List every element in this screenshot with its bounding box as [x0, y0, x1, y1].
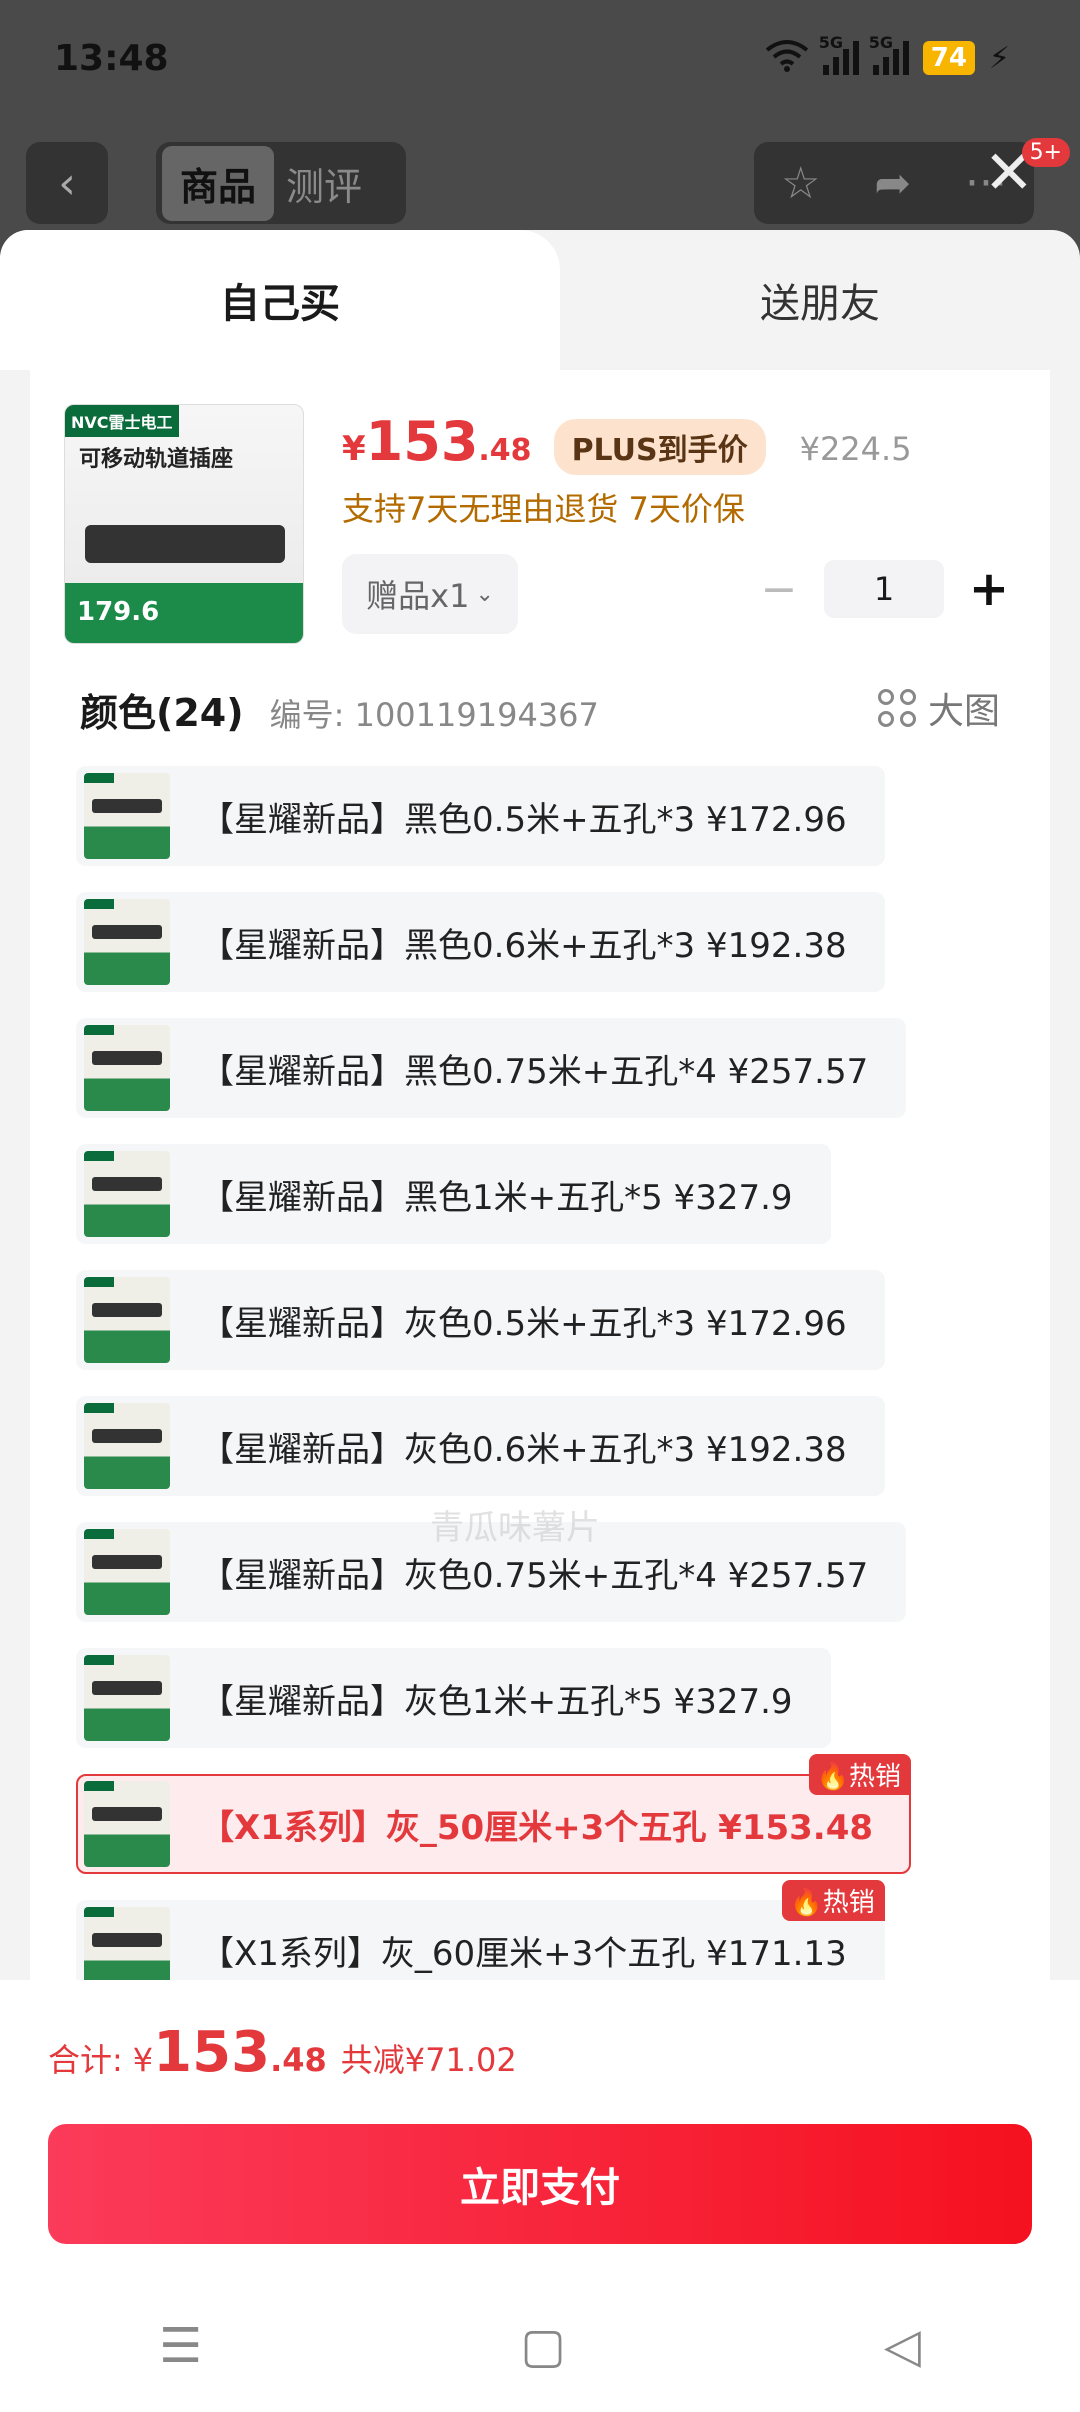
color-option[interactable]: 【X1系列】灰_50厘米+3个五孔 ¥153.48 🔥热销 — [76, 1754, 912, 1874]
total-integer: 153 — [153, 2020, 271, 2085]
charging-icon: ⚡ — [988, 40, 1010, 76]
price-row: ¥153.48 PLUS到手价 ¥224.5 — [342, 410, 912, 475]
option-thumbnail — [84, 899, 170, 985]
star-icon[interactable]: ☆ — [781, 158, 820, 209]
option-thumbnail — [84, 1277, 170, 1363]
gift-selector[interactable]: 赠品x1 ⌄ — [342, 554, 518, 634]
option-label: 【星耀新品】黑色0.5米+五孔*3 ¥172.96 — [200, 799, 847, 840]
option-label: 【星耀新品】灰色0.6米+五孔*3 ¥192.38 — [200, 1429, 847, 1470]
color-option[interactable]: 【星耀新品】黑色0.75米+五孔*4 ¥257.57 — [76, 1018, 907, 1118]
color-option[interactable]: 【星耀新品】黑色0.5米+五孔*3 ¥172.96 — [76, 766, 885, 866]
original-price: ¥224.5 — [799, 430, 912, 468]
option-thumbnail — [84, 1781, 170, 1867]
color-option[interactable]: 【星耀新品】灰色0.75米+五孔*4 ¥257.57 — [76, 1522, 907, 1622]
plus-button[interactable]: + — [964, 561, 1014, 617]
flame-icon: 🔥 — [790, 1888, 823, 1918]
color-option[interactable]: 【星耀新品】黑色0.6米+五孔*3 ¥192.38 — [76, 892, 885, 992]
option-thumbnail — [84, 1529, 170, 1615]
home-icon[interactable]: ▢ — [520, 2318, 565, 2374]
product-image-title: 可移动轨道插座 — [79, 447, 234, 472]
flame-icon: 🔥 — [816, 1762, 850, 1792]
total-decimal: .48 — [270, 2041, 327, 2079]
pay-now-button[interactable]: 立即支付 — [48, 2124, 1032, 2244]
cellular-signal-icon-2: 5G — [869, 33, 909, 75]
minus-button[interactable]: − — [754, 564, 804, 615]
status-icons: 5G 5G 74 ⚡ — [765, 33, 1010, 78]
wifi-icon — [765, 38, 809, 78]
total-price: 合计: ¥ 153 .48 共减¥71.02 — [48, 2020, 517, 2085]
tab-review[interactable]: 测评 — [286, 156, 362, 211]
color-header: 颜色(24) 编号: 100119194367 — [80, 682, 599, 737]
product-card: NVC雷士电工 可移动轨道插座 179.6 ¥153.48 PLUS到手价 ¥2… — [30, 370, 1050, 2210]
product-image-price: 179.6 — [65, 583, 303, 643]
gift-label: 赠品x1 — [366, 577, 470, 615]
option-thumbnail — [84, 1403, 170, 1489]
option-label: 【星耀新品】灰色0.75米+五孔*4 ¥257.57 — [200, 1555, 869, 1596]
segment-control: 商品 测评 — [156, 142, 406, 224]
option-thumbnail — [84, 773, 170, 859]
hot-sale-label: 热销 — [822, 1888, 875, 1918]
sku-number: 编号: 100119194367 — [269, 696, 599, 734]
option-label: 【星耀新品】黑色1米+五孔*5 ¥327.9 — [200, 1177, 793, 1218]
option-label: 【星耀新品】灰色1米+五孔*5 ¥327.9 — [200, 1681, 793, 1722]
menu-icon[interactable]: ☰ — [159, 2318, 202, 2374]
option-label: 【星耀新品】灰色0.5米+五孔*3 ¥172.96 — [200, 1303, 847, 1344]
grid-icon — [877, 689, 916, 727]
status-bar: 13:48 5G 5G 74 ⚡ — [0, 0, 1080, 120]
cellular-signal-icon: 5G — [819, 33, 859, 75]
current-price: ¥153.48 — [342, 410, 532, 473]
chevron-down-icon: ⌄ — [475, 581, 494, 607]
color-option[interactable]: 【星耀新品】黑色1米+五孔*5 ¥327.9 — [76, 1144, 831, 1244]
socket-strip-graphic — [85, 525, 285, 563]
hot-sale-badge: 🔥热销 — [782, 1880, 885, 1921]
hot-sale-label: 热销 — [849, 1762, 902, 1792]
color-label: 颜色(24) — [80, 691, 244, 735]
tab-goods[interactable]: 商品 — [162, 145, 275, 221]
option-label: 【X1系列】灰_60厘米+3个五孔 ¥171.13 — [200, 1933, 847, 1974]
chevron-left-icon: ‹ — [58, 157, 76, 209]
option-thumbnail — [84, 1025, 170, 1111]
color-option[interactable]: 【星耀新品】灰色0.6米+五孔*3 ¥192.38 — [76, 1396, 885, 1496]
tab-buy-self[interactable]: 自己买 — [0, 230, 560, 370]
total-label: 合计: — [48, 2041, 123, 2079]
return-guarantee: 支持7天无理由退货 7天价保 — [342, 490, 745, 528]
back-triangle-icon[interactable]: ◁ — [884, 2318, 921, 2374]
status-time: 13:48 — [54, 38, 169, 79]
plus-price-tag: PLUS到手价 — [553, 419, 766, 475]
quantity-stepper: − 1 + — [754, 560, 1014, 618]
big-image-label: 大图 — [927, 691, 1000, 732]
option-label: 【星耀新品】黑色0.6米+五孔*3 ¥192.38 — [200, 925, 847, 966]
brand-logo: NVC雷士电工 — [65, 405, 179, 437]
share-icon[interactable]: ➦ — [874, 158, 911, 209]
savings-amount: 共减¥71.02 — [340, 2041, 517, 2079]
option-label: 【X1系列】灰_50厘米+3个五孔 ¥153.48 — [200, 1807, 874, 1848]
product-image[interactable]: NVC雷士电工 可移动轨道插座 179.6 — [64, 404, 304, 644]
big-image-toggle[interactable]: 大图 — [877, 682, 1000, 734]
option-thumbnail — [84, 1151, 170, 1237]
tab-gift-friend[interactable]: 送朋友 — [560, 230, 1080, 370]
back-button[interactable]: ‹ — [26, 142, 108, 224]
option-thumbnail — [84, 1655, 170, 1741]
color-options-list: 【星耀新品】黑色0.5米+五孔*3 ¥172.96 【星耀新品】黑色0.6米+五孔… — [76, 766, 1016, 2026]
total-currency: ¥ — [132, 2041, 154, 2079]
system-nav-bar: ☰ ▢ ◁ — [0, 2280, 1080, 2412]
quantity-input[interactable]: 1 — [824, 560, 944, 618]
color-option[interactable]: 【星耀新品】灰色1米+五孔*5 ¥327.9 — [76, 1648, 831, 1748]
color-option[interactable]: 【星耀新品】灰色0.5米+五孔*3 ¥172.96 — [76, 1270, 885, 1370]
option-label: 【星耀新品】黑色0.75米+五孔*4 ¥257.57 — [200, 1051, 869, 1092]
sheet-tabs: 自己买 送朋友 — [0, 230, 1080, 370]
message-badge: 5+ — [1021, 138, 1070, 167]
battery-indicator: 74 — [922, 41, 975, 75]
hot-sale-badge: 🔥热销 — [808, 1754, 912, 1795]
background-header: ‹ 商品 测评 ☆ ➦ ··· ✕ 5+ — [0, 138, 1080, 228]
